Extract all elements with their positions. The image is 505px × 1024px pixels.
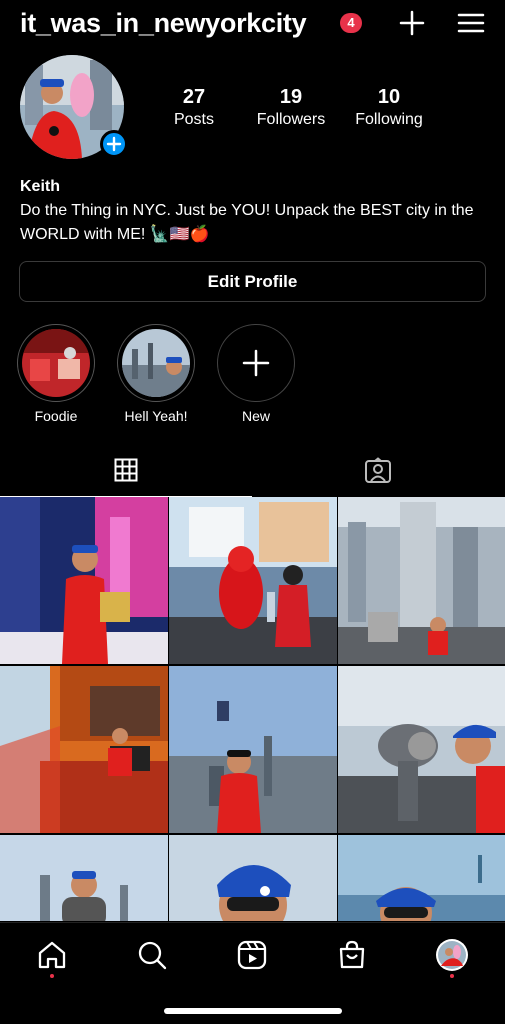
followers-stat[interactable]: 19 Followers [250,85,332,131]
highlight-ring [117,324,195,402]
highlight-label: Foodie [34,408,78,424]
grid-post[interactable] [169,835,337,921]
grid-post[interactable] [0,835,168,921]
profile-avatar-icon[interactable] [435,938,469,972]
grid-post[interactable] [338,497,505,664]
posts-count: 27 [182,86,206,108]
highlight-cover [122,329,190,397]
following-count: 10 [377,86,401,108]
highlight-label: New [241,408,270,424]
tab-tagged[interactable] [253,445,505,497]
plus-icon [242,349,270,377]
username-title[interactable]: it_was_in_newyorkcity [20,8,307,39]
posts-label: Posts [173,111,214,128]
following-label: Following [355,111,423,128]
reels-icon[interactable] [235,938,269,972]
profile-activity-dot [450,974,454,978]
profile-name: Keith [20,178,60,195]
edit-profile-button[interactable]: Edit Profile [19,261,486,302]
highlight-new[interactable]: New [216,324,296,424]
home-icon[interactable] [35,938,69,972]
profile-tabs [0,445,505,497]
grid-post[interactable] [338,835,505,921]
home-activity-dot [50,974,54,978]
tagged-person-icon [365,457,391,483]
search-icon[interactable] [135,938,169,972]
following-stat[interactable]: 10 Following [349,85,429,131]
grid-post[interactable] [0,666,168,833]
highlight-hell-yeah[interactable]: Hell Yeah! [116,324,196,424]
plus-icon[interactable] [397,8,427,38]
grid-post[interactable] [169,666,337,833]
highlight-foodie[interactable]: Foodie [16,324,96,424]
posts-stat[interactable]: 27 Posts [160,85,228,131]
highlight-label: Hell Yeah! [124,408,188,424]
add-story-button[interactable] [100,130,128,158]
profile-header: it_was_in_newyorkcity 4 [0,0,505,50]
highlight-ring [17,324,95,402]
profile-avatar-wrap[interactable] [20,55,128,159]
profile-screen: it_was_in_newyorkcity 4 27 Posts 19 Foll… [0,0,505,1024]
highlight-ring [217,324,295,402]
followers-label: Followers [256,111,326,128]
shop-bag-icon[interactable] [335,938,369,972]
plus-icon [106,136,122,152]
tab-posts-grid[interactable] [0,445,252,497]
profile-bio: Do the Thing in NYC. Just be YOU! Unpack… [20,202,474,243]
hamburger-menu-icon[interactable] [456,8,486,38]
followers-count: 19 [279,86,303,108]
grid-post[interactable] [0,497,168,664]
home-indicator [164,1008,342,1014]
grid-post[interactable] [338,666,505,833]
posts-grid [0,497,505,921]
grid-icon [114,458,138,482]
grid-post[interactable] [169,497,337,664]
notification-badge: 4 [340,13,362,33]
highlight-cover [22,329,90,397]
